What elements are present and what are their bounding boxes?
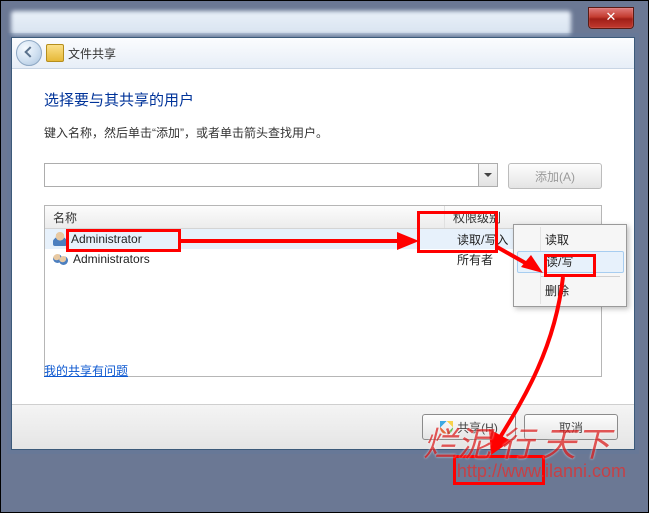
popup-item-label: 删除 [545,284,569,298]
user-icon [53,232,67,246]
row-name-cell: Administrator [49,232,457,246]
row-name-text: Administrator [71,232,142,246]
dialog-header: 文件共享 [12,38,634,69]
popup-item-delete[interactable]: 删除 [517,280,624,302]
uac-shield-icon [440,421,453,434]
share-button[interactable]: 共享(H) [422,414,516,440]
add-button[interactable]: 添加(A) [508,163,602,189]
screenshot-frame: ✕ 文件共享 选择要与其共享的用户 键入名称，然后单击“添加”，或者单击箭头查找… [0,0,649,513]
page-heading: 选择要与其共享的用户 [44,89,602,110]
popup-item-label: 读/写 [546,255,573,269]
page-subtext: 键入名称，然后单击“添加”，或者单击箭头查找用户。 [44,124,602,141]
user-combobox[interactable] [44,163,498,187]
check-icon: ✓ [524,255,534,275]
back-button[interactable] [16,40,42,66]
share-button-label: 共享(H) [457,419,498,436]
window-close-button[interactable]: ✕ [588,7,634,29]
dialog-footer: 共享(H) 取消 [12,404,634,449]
column-name[interactable]: 名称 [45,206,445,228]
folder-icon [46,44,64,62]
cancel-button[interactable]: 取消 [524,414,618,440]
permission-value: 读取/写入 [457,231,508,248]
popup-item-read[interactable]: 读取 [517,229,624,251]
watermark-url: http://www.ilanni.com [457,461,626,482]
dialog-title: 文件共享 [68,45,116,62]
popup-separator [541,276,620,277]
add-user-row: 添加(A) [44,163,602,189]
row-name-text: Administrators [73,252,150,266]
annotation-box [453,455,545,485]
background-window-blur [11,11,571,35]
combobox-drop-button[interactable] [478,164,497,186]
help-link[interactable]: 我的共享有问题 [44,362,128,379]
permission-value: 所有者 [457,251,493,268]
popup-item-label: 读取 [545,233,569,247]
permission-popup: 读取 ✓ 读/写 删除 [513,224,627,307]
row-name-cell: Administrators [49,252,457,266]
group-icon [53,252,69,266]
popup-item-readwrite[interactable]: ✓ 读/写 [517,251,624,273]
